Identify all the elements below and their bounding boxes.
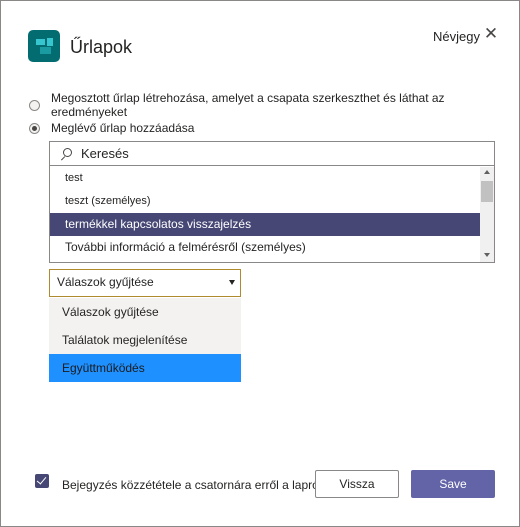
radio-shared-form-label: Megosztott űrlap létrehozása, amelyet a …: [51, 91, 445, 119]
form-list: test teszt (személyes) termékkel kapcsol…: [50, 167, 480, 259]
search-icon: [60, 147, 72, 161]
radio-button[interactable]: [29, 99, 40, 111]
mode-option-highlighted[interactable]: Együttműködés: [49, 354, 241, 382]
radio-existing-form[interactable]: Meglévő űrlap hozzáadása: [29, 121, 194, 135]
scroll-up-icon[interactable]: [484, 170, 490, 174]
form-list-item-selected[interactable]: termékkel kapcsolatos visszajelzés: [50, 213, 480, 236]
back-button[interactable]: Vissza: [315, 470, 399, 498]
form-picker: test teszt (személyes) termékkel kapcsol…: [49, 141, 495, 263]
form-list-item[interactable]: test: [50, 167, 480, 190]
mode-options: Válaszok gyűjtése Találatok megjelenítés…: [49, 298, 241, 382]
mode-option[interactable]: Találatok megjelenítése: [49, 326, 241, 354]
form-list-item[interactable]: További információ a felmérésről (személ…: [50, 236, 480, 259]
about-link[interactable]: Névjegy: [433, 29, 480, 44]
radio-button-checked[interactable]: [29, 122, 40, 134]
check-icon: [36, 474, 47, 485]
post-checkbox[interactable]: [35, 474, 49, 488]
radio-existing-form-label: Meglévő űrlap hozzáadása: [51, 121, 195, 135]
list-scrollbar[interactable]: [480, 167, 494, 262]
chevron-down-icon: [229, 280, 235, 285]
post-checkbox-label: Bejegyzés közzététele a csatornára erről…: [62, 478, 322, 492]
forms-dialog: Űrlapok Névjegy ✕ Megosztott űrlap létre…: [0, 0, 520, 527]
close-icon[interactable]: ✕: [482, 25, 500, 43]
search-input[interactable]: [81, 146, 461, 161]
save-button[interactable]: Save: [411, 470, 495, 498]
scroll-thumb[interactable]: [481, 181, 493, 202]
mode-select-value: Válaszok gyűjtése: [57, 275, 154, 289]
mode-select[interactable]: Válaszok gyűjtése: [49, 269, 241, 297]
radio-shared-form[interactable]: Megosztott űrlap létrehozása, amelyet a …: [29, 91, 519, 119]
mode-option[interactable]: Válaszok gyűjtése: [49, 298, 241, 326]
dialog-title: Űrlapok: [70, 37, 133, 57]
scroll-down-icon[interactable]: [484, 253, 490, 257]
form-list-item[interactable]: teszt (személyes): [50, 190, 480, 213]
forms-app-icon: [28, 30, 60, 62]
search-box[interactable]: [50, 142, 494, 166]
